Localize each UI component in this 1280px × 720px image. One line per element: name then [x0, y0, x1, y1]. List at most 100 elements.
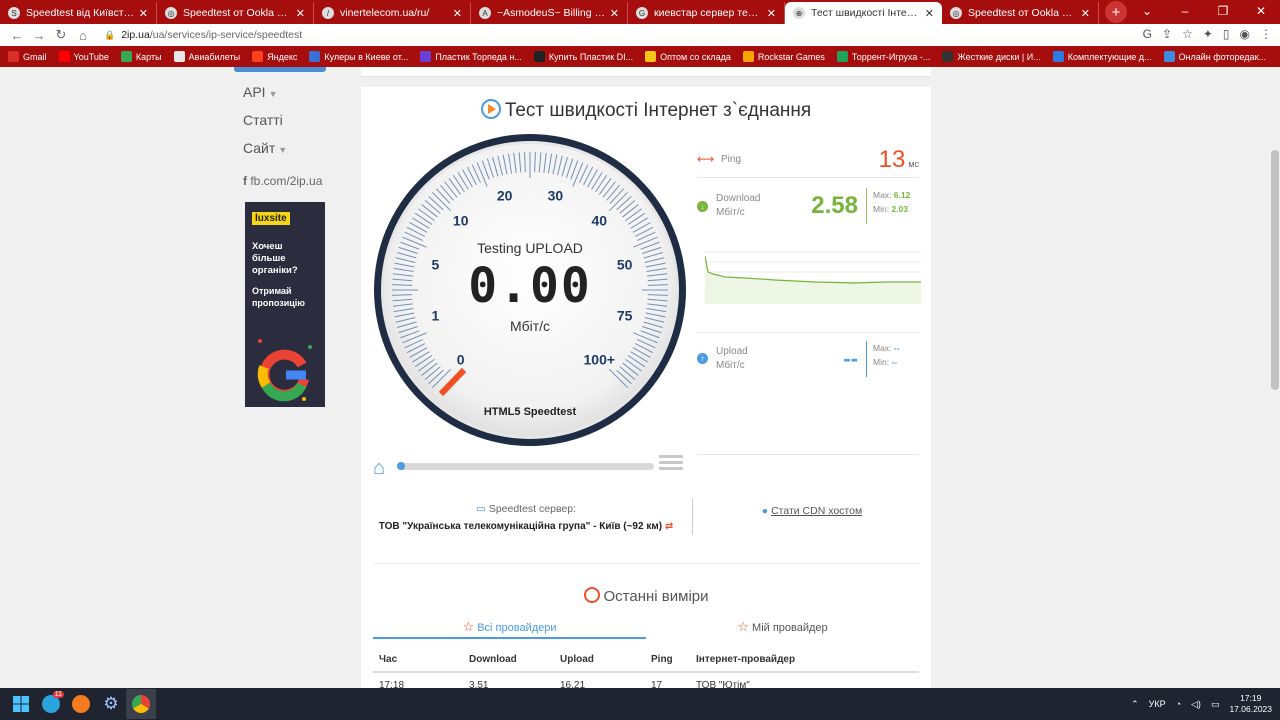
close-tab-icon[interactable]: ✕ [925, 7, 934, 20]
star-icon: ☆ [737, 619, 749, 634]
sidebar-item-site[interactable]: Сайт ▼ [243, 140, 334, 156]
bookmark-item[interactable]: YouTube [58, 51, 109, 62]
maximize-icon[interactable]: ❐ [1204, 0, 1242, 24]
windows-icon [13, 696, 29, 712]
sidebar-item-articles[interactable]: Статті [243, 112, 334, 128]
url-host: 2ip.ua [121, 29, 150, 41]
bookmark-item[interactable]: Купить Пластик DI... [533, 51, 633, 62]
new-tab-button[interactable]: + [1105, 1, 1127, 23]
tab-favicon-icon: S [8, 7, 20, 19]
bookmark-item[interactable]: Онлайн фоторедак... [1163, 51, 1266, 62]
speedtest-logo-icon [480, 99, 501, 119]
browser-tab[interactable]: Gкиевстар сервер тест интернет ✕ [628, 2, 785, 24]
settings-app[interactable]: ⚙ [96, 689, 126, 719]
column-header[interactable]: Інтернет-провайдер [690, 654, 919, 665]
close-tab-icon[interactable]: ✕ [1081, 7, 1090, 20]
close-tab-icon[interactable]: ✕ [296, 7, 305, 20]
telegram-app[interactable]: 11 [36, 689, 66, 719]
list-menu-icon[interactable] [659, 455, 683, 475]
clock[interactable]: 17:19 17.06.2023 [1229, 693, 1272, 715]
chevron-down-icon[interactable]: ⌄ [1128, 0, 1166, 24]
chevron-up-icon[interactable]: ⌃ [1131, 699, 1139, 710]
avast-app[interactable] [66, 689, 96, 719]
close-tab-icon[interactable]: ✕ [453, 7, 462, 20]
browser-tab[interactable]: / vinertelecom.ua/ru/ ✕ [314, 2, 471, 24]
facebook-link[interactable]: f fb.com/2ip.ua [243, 174, 334, 188]
forward-icon[interactable]: → [28, 28, 50, 43]
bookmark-label: Комплектующие д... [1067, 51, 1152, 62]
upload-min: -- [891, 356, 898, 367]
cell-time: 17:18 [379, 680, 405, 688]
tab-all-providers[interactable]: ☆ Всі провайдери [373, 619, 646, 639]
bookmark-item[interactable]: Кулеры в Киеве от... [309, 51, 408, 62]
home-icon[interactable]: ⌂ [373, 457, 385, 480]
close-tab-icon[interactable]: ✕ [610, 7, 619, 20]
menu-icon[interactable]: ⋮ [1260, 27, 1272, 41]
bookmark-item[interactable]: Торрент-Игруха -... [836, 51, 930, 62]
tab-my-provider[interactable]: ☆ Мій провайдер [646, 619, 919, 639]
download-minmax: Max: 6.12 Min: 2.03 [866, 188, 910, 224]
bookmark-item[interactable]: Rockstar Games [742, 51, 825, 62]
profile-icon[interactable]: ◉ [1240, 27, 1250, 41]
tab-favicon-icon: ◎ [165, 7, 177, 19]
cdn-link[interactable]: ● Стати CDN хостом [692, 505, 932, 517]
tab-label: Всі провайдери [477, 622, 557, 634]
wifi-icon[interactable]: ◔ [1176, 699, 1181, 709]
chevron-down-icon: ▼ [278, 145, 288, 155]
browser-tab[interactable]: ◎ Speedtest от Ookla — глобаль ✕ [157, 2, 314, 24]
bookmark-item[interactable]: Пластик Торпеда н... [420, 51, 522, 62]
bookmark-item[interactable]: Gmail [8, 51, 47, 62]
reload-icon[interactable]: ↻ [50, 27, 72, 43]
start-button[interactable] [6, 689, 36, 719]
divider [697, 454, 919, 455]
bookmark-item[interactable]: Карты [120, 51, 162, 62]
column-header[interactable]: Upload [554, 654, 645, 665]
column-header[interactable]: Ping [645, 654, 690, 665]
volume-icon[interactable]: ◁) [1191, 699, 1201, 710]
home-icon[interactable]: ⌂ [72, 28, 94, 43]
scrollbar-thumb[interactable] [1271, 150, 1279, 390]
close-icon[interactable]: ✕ [1242, 0, 1280, 24]
browser-tab[interactable]: S Speedtest від Київстар ⊳ Онла ✕ [0, 2, 157, 24]
ad-banner[interactable]: luxsite Хочеш більше органіки? Отримай п… [245, 202, 325, 407]
bookmark-item[interactable]: Яндекс [252, 51, 297, 62]
bookmark-favicon-icon [120, 51, 132, 62]
change-server-icon[interactable]: ⇄ [665, 521, 673, 532]
sidepanel-icon[interactable]: ▯ [1223, 27, 1230, 41]
bookmark-item[interactable]: Комплектующие д... [1052, 51, 1152, 62]
back-icon[interactable]: ← [6, 28, 28, 43]
close-tab-icon[interactable]: ✕ [139, 7, 148, 20]
column-header[interactable]: Час [373, 654, 463, 665]
bookmark-favicon-icon [173, 51, 185, 62]
language-indicator[interactable]: УКР [1149, 699, 1166, 709]
google-icon[interactable]: G [1143, 27, 1152, 41]
share-icon[interactable]: ⇪ [1162, 27, 1172, 41]
battery-icon[interactable]: ▭ [1211, 699, 1220, 710]
column-header[interactable]: Download [463, 654, 554, 665]
gauge-tick-label: 10 [453, 213, 469, 229]
url-field[interactable]: 🔒 2ip.ua/ua/services/ip-service/speedtes… [104, 29, 302, 41]
bookmark-item[interactable]: Жесткие диски | И... [942, 51, 1041, 62]
gauge-status: Testing UPLOAD [477, 240, 583, 256]
gauge-unit: Мбіт/с [510, 318, 550, 334]
url-path: /ua/services/ip-service/speedtest [149, 29, 303, 41]
minimize-icon[interactable]: – [1166, 0, 1204, 24]
bookmark-label: Карты [135, 51, 162, 62]
extensions-icon[interactable]: ✦ [1203, 27, 1213, 41]
browser-tab[interactable]: A ~AsmodeuS~ Billing System ✕ [471, 2, 628, 24]
bookmark-favicon-icon [420, 51, 432, 62]
recent-tests-heading: Останні виміри [361, 587, 931, 605]
close-tab-icon[interactable]: ✕ [767, 7, 776, 20]
sidebar-item-api[interactable]: API ▼ [243, 84, 334, 100]
bookmark-item[interactable]: Оптом со склада [645, 51, 731, 62]
bookmark-item[interactable]: Авиабилеты [173, 51, 240, 62]
browser-tab[interactable]: ⊕ Тест швидкості Інтернет з`єдна ✕ [785, 2, 942, 24]
chrome-app[interactable] [126, 689, 156, 719]
bookmark-label: Яндекс [267, 51, 298, 62]
browser-tab[interactable]: ◎ Speedtest от Ookla — глобаль ✕ [942, 2, 1099, 24]
recent-tests-table: Час Download Upload Ping Інтернет-провай… [373, 647, 919, 688]
bookmark-favicon-icon [942, 51, 954, 62]
bookmark-favicon-icon [309, 51, 321, 62]
tab-title: Speedtest від Київстар ⊳ Онла [26, 7, 135, 19]
star-icon[interactable]: ☆ [1182, 27, 1193, 41]
